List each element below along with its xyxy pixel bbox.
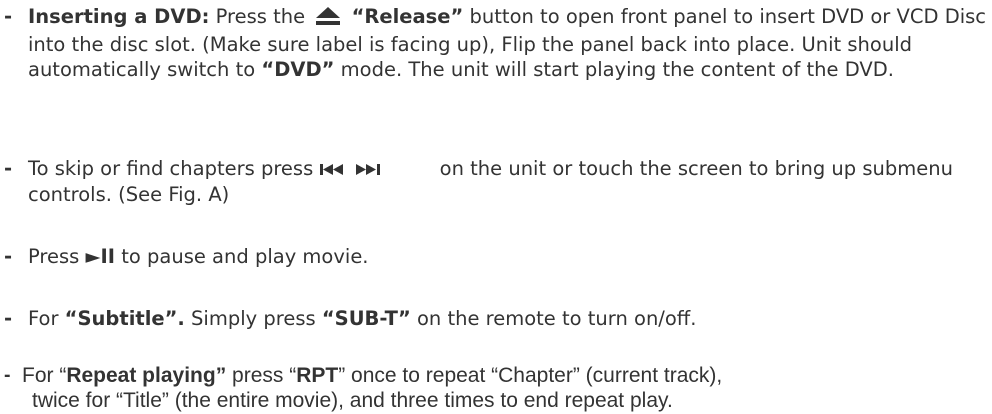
play-pause-symbol: ►II xyxy=(85,245,116,268)
instruction-repeat-playing: - For “Repeat playing” press “RPT” once … xyxy=(4,363,988,413)
text-run: Press the xyxy=(209,5,312,28)
subtitle-label: “Subtitle”. xyxy=(64,307,185,330)
inserting-dvd-heading: Inserting a DVD: xyxy=(28,5,210,28)
text-run: For xyxy=(28,307,65,330)
text-run: Simply press xyxy=(184,307,322,330)
instruction-text: For “Subtitle”. Simply press “SUB-T” on … xyxy=(28,306,988,331)
instruction-skip-chapters: - To skip or find chapters press on the … xyxy=(4,156,988,207)
repeat-playing-label: Repeat playing” xyxy=(66,364,227,387)
text-run: To skip or find chapters press xyxy=(28,157,320,180)
instruction-text: Press ►II to pause and play movie. xyxy=(28,244,988,269)
bullet-dash: - xyxy=(4,157,13,180)
instruction-text: Inserting a DVD: Press the “Release” but… xyxy=(28,4,988,82)
instruction-text: To skip or find chapters press on the un… xyxy=(28,156,988,207)
bullet-dash: - xyxy=(4,307,13,330)
bullet-dash: - xyxy=(4,364,11,386)
instruction-text: For “Repeat playing” press “RPT” once to… xyxy=(22,363,988,413)
text-run: to pause and play movie. xyxy=(115,245,369,268)
eject-icon xyxy=(313,5,343,32)
text-run: ” once to repeat “Chapter” (current trac… xyxy=(338,364,723,387)
sub-t-button-label: “SUB-T” xyxy=(321,307,411,330)
instruction-insert-dvd: - Inserting a DVD: Press the “Release” b… xyxy=(4,4,988,82)
text-run: press “ xyxy=(226,364,297,387)
bullet-dash: - xyxy=(4,5,13,28)
instruction-subtitle: - For “Subtitle”. Simply press “SUB-T” o… xyxy=(4,306,988,331)
instruction-page: - Inserting a DVD: Press the “Release” b… xyxy=(0,0,992,414)
instruction-pause-play: - Press ►II to pause and play movie. xyxy=(4,244,988,269)
text-run: Press xyxy=(28,245,86,268)
text-run: twice for “Title” (the entire movie), an… xyxy=(32,389,673,412)
previous-next-icons xyxy=(319,157,431,182)
release-button-label: “Release” xyxy=(351,5,464,28)
text-run: For “ xyxy=(22,364,67,387)
text-run: mode. The unit will start playing the co… xyxy=(334,58,894,81)
text-run: on the remote to turn on/off. xyxy=(410,307,697,330)
dvd-mode-label: “DVD” xyxy=(261,58,335,81)
rpt-button-label: RPT xyxy=(296,364,339,387)
bullet-dash: - xyxy=(4,245,13,268)
